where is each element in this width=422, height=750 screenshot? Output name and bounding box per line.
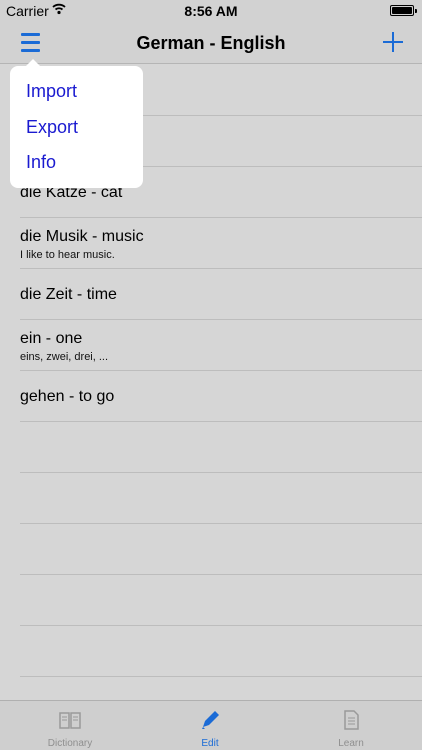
- clock-time: 8:56 AM: [184, 3, 238, 19]
- tab-edit[interactable]: Edit: [140, 701, 280, 750]
- status-bar: Carrier 8:56 AM: [0, 0, 422, 22]
- battery-nub: [415, 9, 417, 13]
- list-item[interactable]: die Zeit - time: [20, 269, 422, 320]
- page-title: German - English: [136, 33, 286, 53]
- list-item[interactable]: die Musik - music I like to hear music.: [20, 218, 422, 269]
- battery-fill: [392, 7, 412, 14]
- list-item[interactable]: ein - one eins, zwei, drei, ...: [20, 320, 422, 371]
- tab-label: Edit: [201, 738, 219, 749]
- menu-item-import[interactable]: Import: [26, 81, 77, 102]
- list-item-title: gehen - to go: [20, 388, 115, 405]
- tab-label: Dictionary: [47, 738, 93, 749]
- document-icon: [344, 710, 359, 730]
- pencil-icon: [202, 711, 219, 729]
- empty-row: [20, 626, 422, 677]
- book-icon: [59, 712, 81, 729]
- tab-label: Learn: [338, 738, 364, 749]
- list-item-subtitle: eins, zwei, drei, ...: [20, 351, 109, 363]
- tab-bar: Dictionary Edit Learn: [0, 700, 422, 750]
- empty-row: [20, 524, 422, 575]
- screen: Carrier 8:56 AM German - English die Kat…: [0, 0, 422, 750]
- empty-row: [20, 473, 422, 524]
- navigation-bar: German - English: [0, 22, 422, 64]
- menu-item-export[interactable]: Export: [26, 117, 78, 138]
- list-item-title: die Zeit - time: [20, 286, 117, 303]
- menu-item-info[interactable]: Info: [26, 152, 56, 173]
- tab-dictionary[interactable]: Dictionary: [0, 701, 140, 750]
- popover-arrow: [25, 59, 41, 67]
- list-item[interactable]: gehen - to go: [20, 371, 422, 422]
- tab-learn[interactable]: Learn: [281, 701, 421, 750]
- list-item-title: ein - one: [20, 330, 83, 347]
- empty-row: [20, 575, 422, 626]
- empty-row: [20, 422, 422, 473]
- list-item-subtitle: I like to hear music.: [20, 249, 115, 261]
- plus-icon[interactable]: [380, 29, 406, 55]
- popover-menu: Import Export Info: [10, 59, 143, 188]
- list-item-title: die Musik - music: [20, 228, 144, 245]
- battery-icon: [390, 5, 417, 16]
